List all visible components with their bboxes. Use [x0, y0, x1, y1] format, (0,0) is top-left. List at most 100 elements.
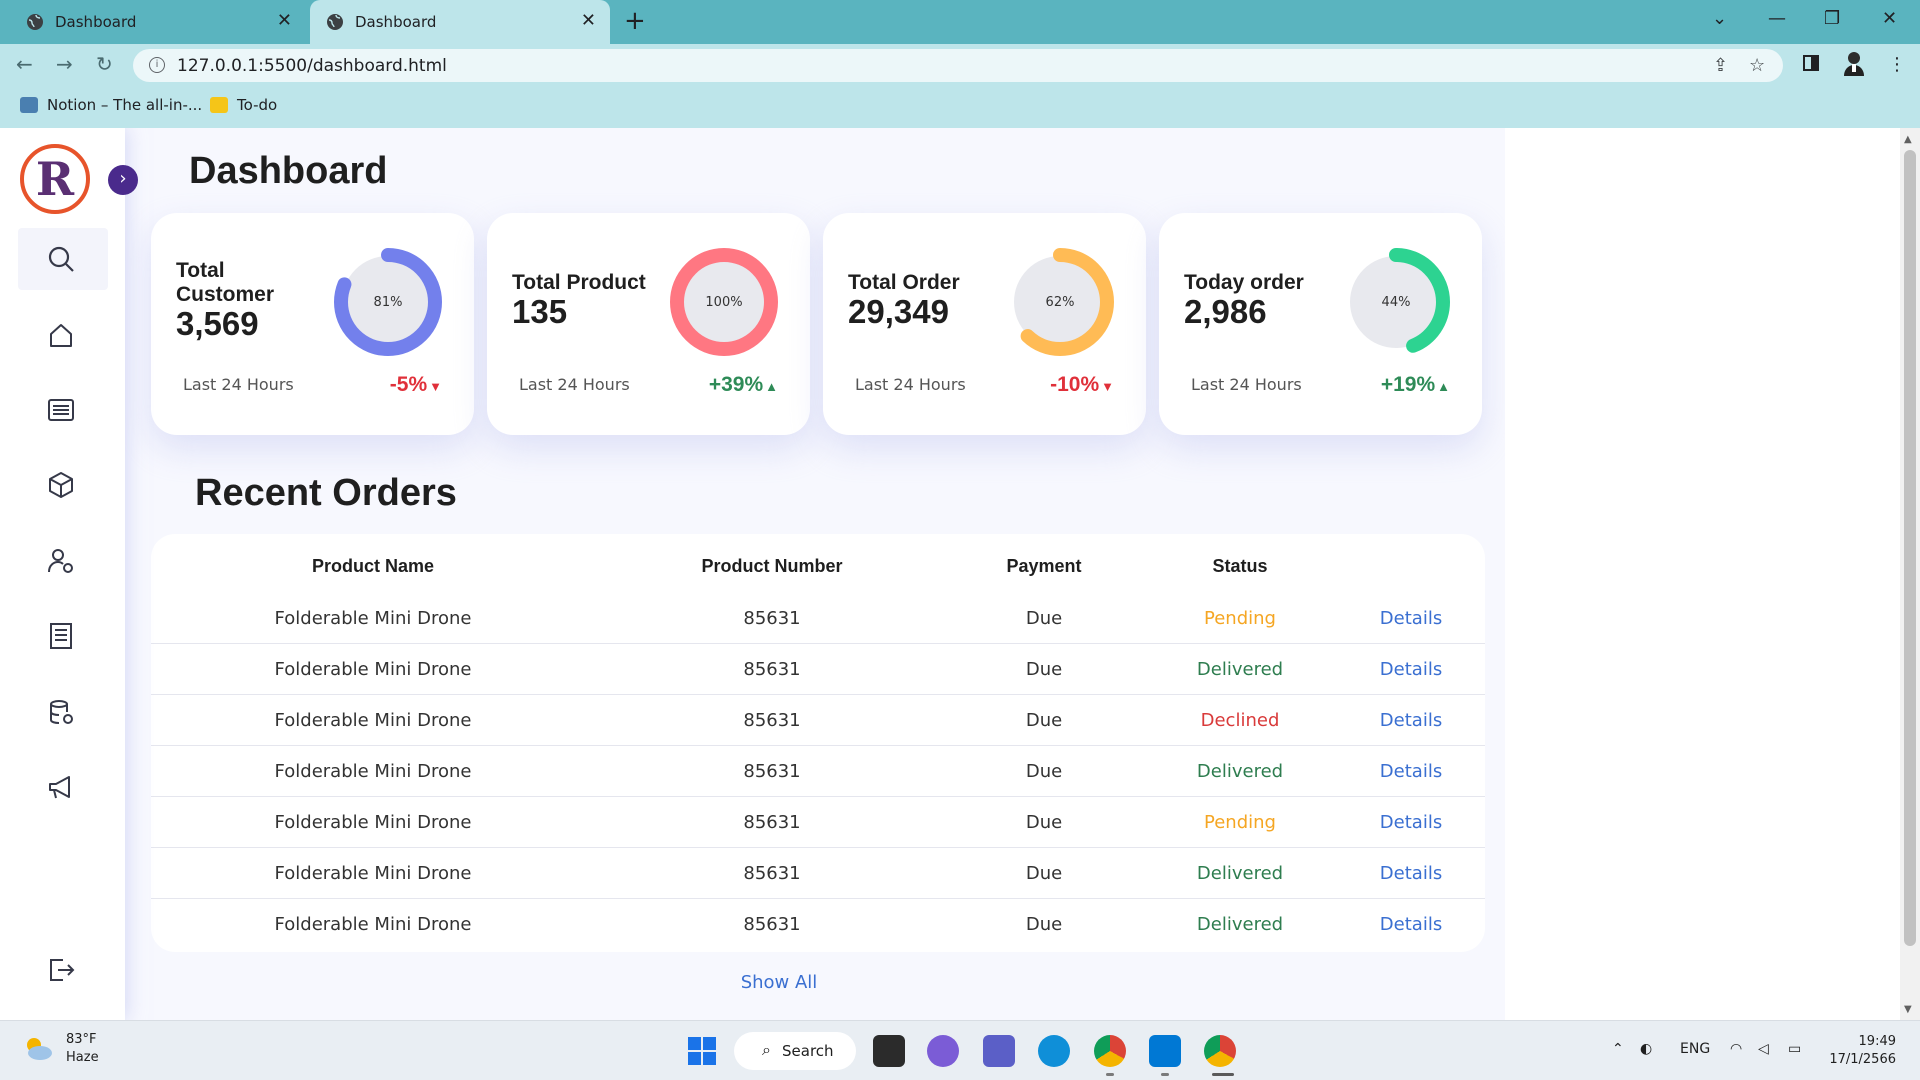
- sidebar-item-search[interactable]: [45, 243, 77, 275]
- teams-icon[interactable]: [983, 1035, 1015, 1067]
- chrome-profile-icon[interactable]: [1204, 1035, 1236, 1067]
- brand-logo: R: [20, 144, 90, 214]
- browser-tab[interactable]: Dashboard ✕: [0, 0, 306, 44]
- cell-product-name: Folderable Mini Drone: [274, 608, 472, 629]
- progress-ring: 100%: [670, 248, 778, 356]
- details-link[interactable]: Details: [1380, 863, 1442, 884]
- cell-payment: Due: [1025, 914, 1063, 935]
- close-tab-icon[interactable]: ✕: [277, 11, 292, 31]
- cell-product-number: 85631: [743, 761, 801, 782]
- cell-payment: Due: [1025, 863, 1063, 884]
- sidebar-item-package[interactable]: [45, 469, 77, 501]
- stat-card-today-order: Today order 2,986 44% Last 24 Hours +19%…: [1159, 213, 1482, 435]
- reload-icon[interactable]: ↻: [96, 52, 113, 76]
- running-indicator: [1106, 1073, 1114, 1076]
- weather-widget[interactable]: 83°F Haze: [20, 1031, 99, 1067]
- scroll-down-arrow-icon[interactable]: ▼: [1904, 1004, 1912, 1015]
- tab-search-chevron-icon[interactable]: ⌄: [1712, 8, 1727, 29]
- details-link[interactable]: Details: [1380, 812, 1442, 833]
- bookmark-todo[interactable]: To-do: [210, 96, 277, 114]
- new-tab-button[interactable]: +: [624, 8, 646, 34]
- tab-title: Dashboard: [55, 13, 137, 31]
- sidebar-toggle-chevron-right-icon[interactable]: ›: [108, 165, 138, 195]
- table-row: Folderable Mini Drone 85631 Due Pending Deta…: [151, 593, 1485, 644]
- profile-avatar[interactable]: [1842, 50, 1866, 80]
- details-link[interactable]: Details: [1380, 659, 1442, 680]
- minimize-icon[interactable]: —: [1768, 8, 1786, 29]
- table-row: Folderable Mini Drone 85631 Due Delivered De…: [151, 644, 1485, 695]
- site-info-icon[interactable]: i: [149, 57, 165, 73]
- more-menu-icon[interactable]: ⋮: [1888, 54, 1906, 75]
- details-link[interactable]: Details: [1380, 914, 1442, 935]
- edge-icon[interactable]: [1038, 1035, 1070, 1067]
- weather-desc: Haze: [66, 1050, 99, 1065]
- system-clock[interactable]: 19:49 17/1/2566: [1829, 1033, 1896, 1069]
- tray-update-icon[interactable]: ◐: [1640, 1041, 1652, 1057]
- share-icon[interactable]: ⇪: [1713, 55, 1728, 76]
- back-arrow-icon[interactable]: ←: [16, 52, 33, 76]
- card-delta: +39% ▲: [708, 373, 778, 396]
- card-subtitle: Last 24 Hours: [1191, 375, 1302, 394]
- windows-taskbar: 83°F Haze ⌕ Search ⌃ ◐ ENG ◠ ◁ ▭ 19:49 1…: [0, 1020, 1920, 1080]
- vscode-icon[interactable]: [1149, 1035, 1181, 1067]
- sidebar-item-database[interactable]: [45, 696, 77, 728]
- cell-status: Delivered: [1196, 863, 1284, 884]
- search-icon: ⌕: [762, 1040, 771, 1059]
- bookmark-notion[interactable]: Notion – The all-in-...: [20, 96, 202, 114]
- weather-haze-icon: [27, 1038, 52, 1060]
- taskbar-search[interactable]: ⌕ Search: [734, 1032, 856, 1070]
- cell-status: Declined: [1200, 710, 1280, 731]
- progress-ring: 81%: [334, 248, 442, 356]
- chat-icon[interactable]: [927, 1035, 959, 1067]
- battery-icon[interactable]: ▭: [1788, 1041, 1801, 1057]
- card-subtitle: Last 24 Hours: [183, 375, 294, 394]
- card-title: Total Product: [512, 271, 646, 294]
- wifi-icon[interactable]: ◠: [1730, 1041, 1742, 1057]
- tab-title: Dashboard: [355, 13, 437, 31]
- language-indicator[interactable]: ENG: [1680, 1041, 1710, 1057]
- browser-tab-active[interactable]: Dashboard ✕: [310, 0, 610, 44]
- logout-button[interactable]: [45, 954, 77, 986]
- details-link[interactable]: Details: [1380, 761, 1442, 782]
- package-icon: [49, 472, 73, 498]
- task-view-icon[interactable]: [873, 1035, 905, 1067]
- show-all-link[interactable]: Show All: [741, 972, 818, 993]
- cell-product-number: 85631: [743, 659, 801, 680]
- close-window-icon[interactable]: ✕: [1882, 8, 1897, 29]
- address-bar[interactable]: i 127.0.0.1:5500/dashboard.html ⇪ ☆: [133, 49, 1783, 82]
- sidebar-item-megaphone[interactable]: [45, 771, 77, 803]
- sidebar-item-list[interactable]: [45, 394, 77, 426]
- forward-arrow-icon[interactable]: →: [56, 52, 73, 76]
- bookmark-star-icon[interactable]: ☆: [1749, 55, 1765, 76]
- notion-icon: [20, 97, 38, 113]
- weather-temp: 83°F: [66, 1032, 97, 1047]
- side-panel-icon[interactable]: [1802, 54, 1820, 76]
- scrollbar-thumb[interactable]: [1904, 150, 1916, 946]
- close-tab-icon[interactable]: ✕: [581, 11, 596, 31]
- delta-arrow-icon: ▼: [429, 379, 442, 394]
- progress-ring: 62%: [1006, 248, 1114, 356]
- page-title: Dashboard: [189, 150, 388, 192]
- table-row: Folderable Mini Drone 85631 Due Declined Det…: [151, 695, 1485, 746]
- page-scrollbar[interactable]: ▲ ▼: [1900, 128, 1920, 1020]
- sidebar-item-report[interactable]: [45, 620, 77, 652]
- sidebar-item-home[interactable]: [45, 319, 77, 351]
- card-subtitle: Last 24 Hours: [855, 375, 966, 394]
- sidebar: R: [0, 128, 125, 1020]
- stat-card-total-customer: Total Customer 3,569 81% Last 24 Hours -…: [151, 213, 474, 435]
- cell-product-name: Folderable Mini Drone: [274, 812, 472, 833]
- scroll-up-arrow-icon[interactable]: ▲: [1904, 134, 1912, 145]
- cell-product-name: Folderable Mini Drone: [274, 761, 472, 782]
- details-link[interactable]: Details: [1380, 608, 1442, 629]
- details-link[interactable]: Details: [1380, 710, 1442, 731]
- tray-chevron-up-icon[interactable]: ⌃: [1612, 1041, 1624, 1057]
- volume-icon[interactable]: ◁: [1758, 1041, 1769, 1057]
- table-row: Folderable Mini Drone 85631 Due Delivered De…: [151, 848, 1485, 899]
- chrome-icon[interactable]: [1094, 1035, 1126, 1067]
- cell-payment: Due: [1025, 710, 1063, 731]
- url-text[interactable]: 127.0.0.1:5500/dashboard.html: [177, 56, 447, 76]
- ring-percent-label: 100%: [705, 295, 742, 310]
- restore-icon[interactable]: ❐: [1824, 8, 1840, 29]
- start-button[interactable]: [686, 1035, 718, 1067]
- sidebar-item-user-settings[interactable]: [45, 545, 77, 577]
